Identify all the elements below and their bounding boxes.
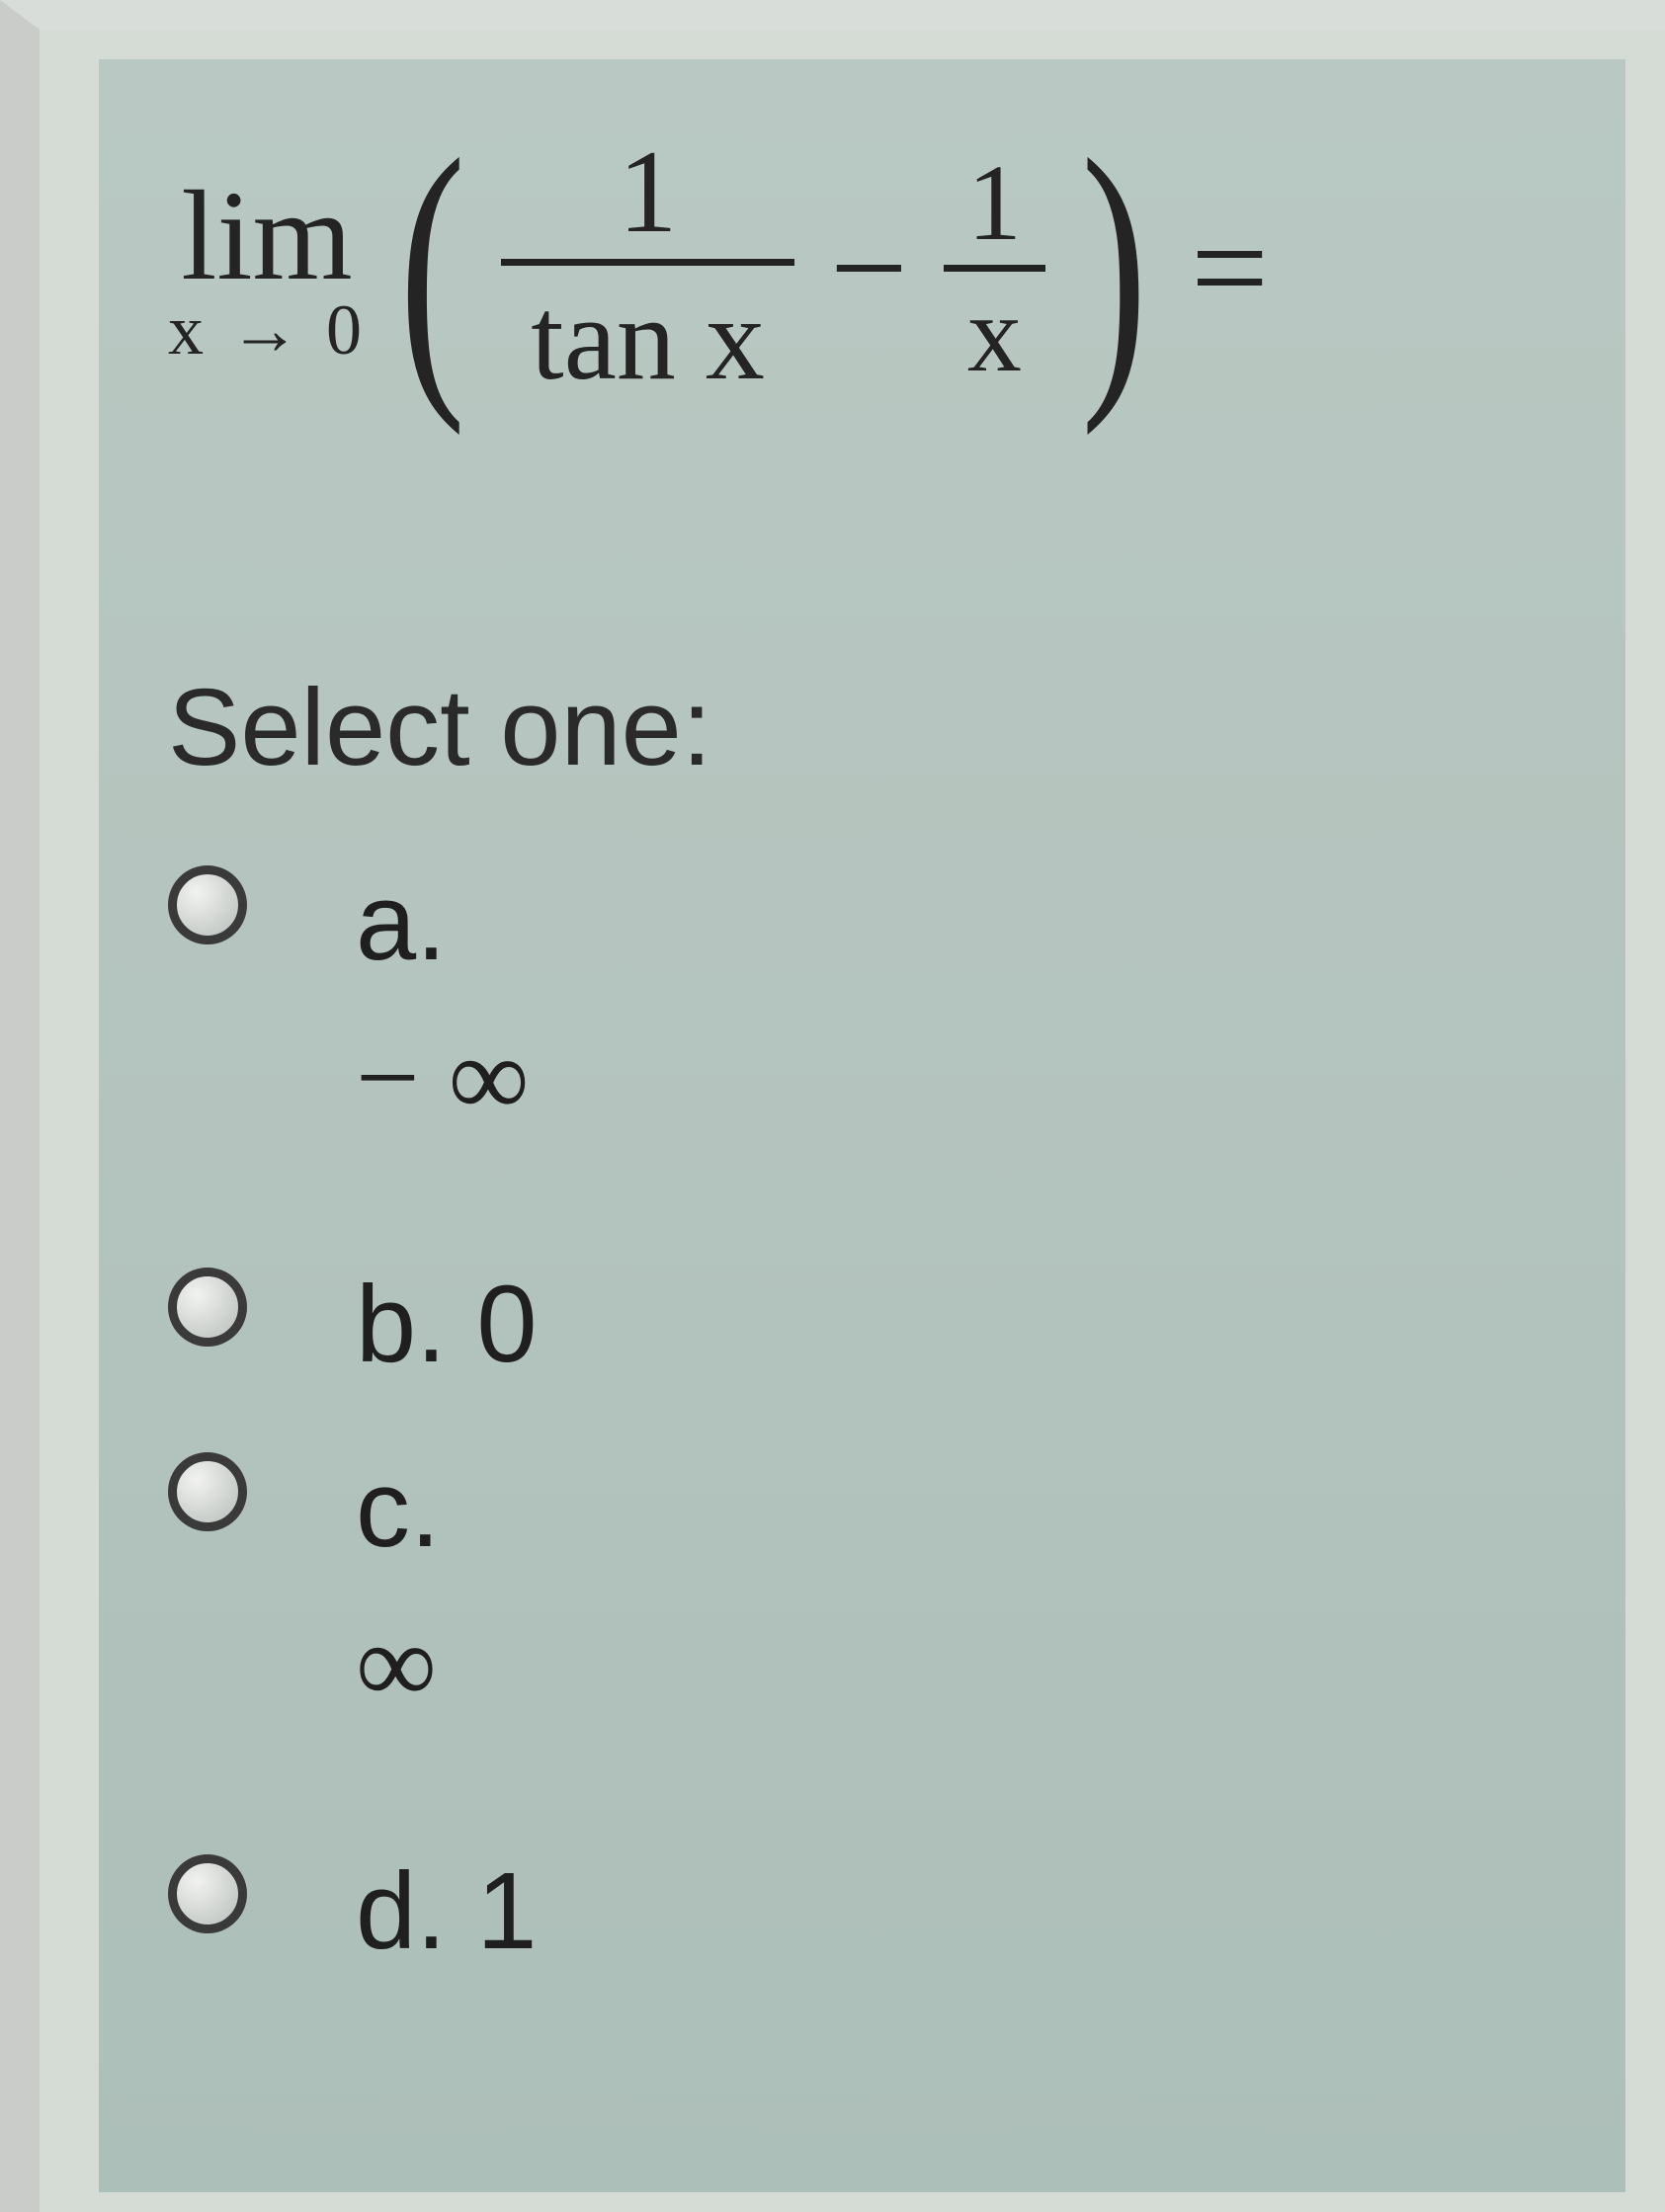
option-d-label: d. <box>356 1850 447 1972</box>
radio-c[interactable] <box>168 1452 247 1531</box>
option-a-label: a. <box>356 860 530 985</box>
minus-sign: − <box>830 189 908 348</box>
lim-text: lim <box>181 172 352 300</box>
question-expression: lim x → 0 ( 1 tan x − 1 x ) = <box>168 128 1556 408</box>
lim-subscript: x → 0 <box>168 294 366 366</box>
option-b[interactable]: b. 0 <box>168 1262 1556 1387</box>
option-b-value: 0 <box>476 1264 537 1385</box>
page-frame: lim x → 0 ( 1 tan x − 1 x ) = Select one… <box>0 0 1665 2212</box>
option-c-value: ∞ <box>356 1599 441 1730</box>
right-paren: ) <box>1081 153 1147 383</box>
option-c-body: c. ∞ <box>356 1446 441 1730</box>
option-d-value: 1 <box>476 1850 537 1972</box>
fraction-2-denominator: x <box>944 276 1045 392</box>
option-b-text: b. 0 <box>356 1262 538 1387</box>
radio-a[interactable] <box>168 865 247 944</box>
option-c-label: c. <box>356 1446 441 1572</box>
left-paren: ( <box>399 153 465 383</box>
option-d[interactable]: d. 1 <box>168 1848 1556 1974</box>
option-a-value: − ∞ <box>356 1013 530 1143</box>
option-b-label: b. <box>356 1264 447 1385</box>
fraction-2-bar <box>944 265 1045 272</box>
option-c[interactable]: c. ∞ <box>168 1446 1556 1730</box>
options-group: a. − ∞ b. 0 c. ∞ <box>168 860 1556 1974</box>
limit-operator: lim x → 0 <box>168 172 366 366</box>
option-d-text: d. 1 <box>356 1848 538 1974</box>
question-card: lim x → 0 ( 1 tan x − 1 x ) = Select one… <box>99 59 1625 2192</box>
fraction-1: 1 tan x <box>501 128 794 408</box>
option-a-body: a. − ∞ <box>356 860 530 1143</box>
option-a[interactable]: a. − ∞ <box>168 860 1556 1143</box>
equals-sign: = <box>1191 189 1269 348</box>
radio-b[interactable] <box>168 1268 247 1347</box>
fraction-1-numerator: 1 <box>595 128 702 255</box>
select-one-prompt: Select one: <box>168 665 1556 790</box>
fraction-2: 1 x <box>944 144 1045 392</box>
radio-d[interactable] <box>168 1854 247 1933</box>
fraction-1-denominator: tan x <box>501 270 794 408</box>
fraction-2-numerator: 1 <box>944 144 1045 261</box>
fraction-1-bar <box>501 259 794 266</box>
